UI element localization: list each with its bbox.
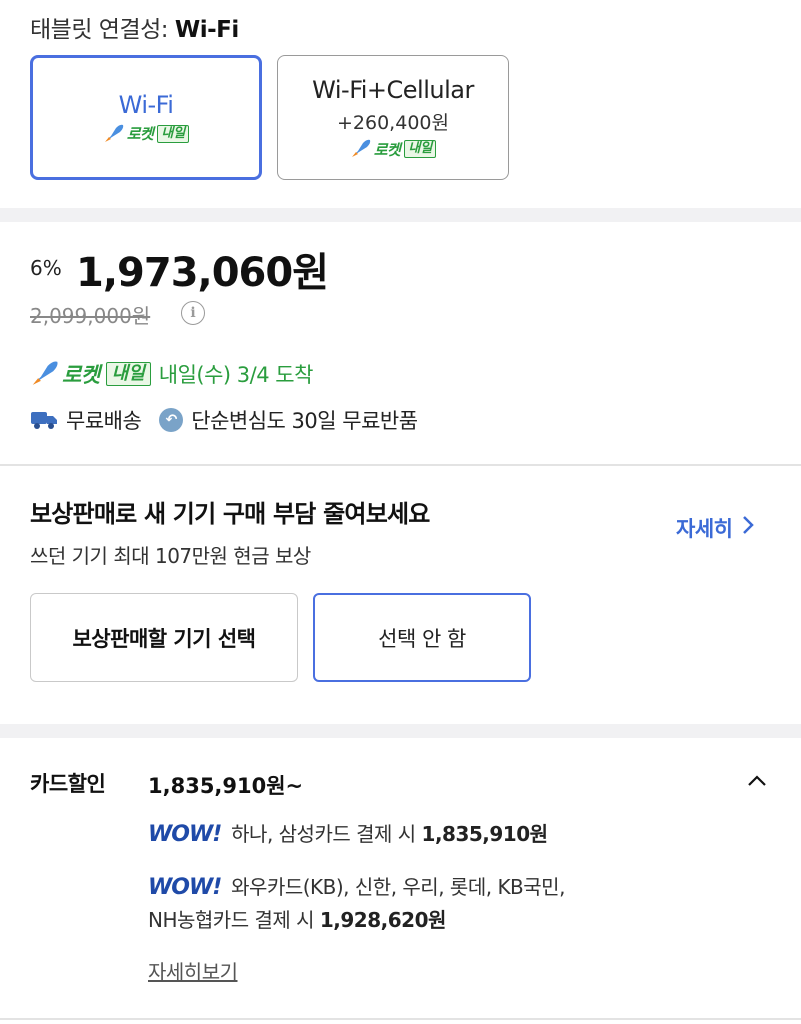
return-icon: ↶ [159, 408, 184, 432]
section-divider [0, 464, 801, 466]
section-divider [0, 208, 801, 222]
card-offer-1-text: 하나, 삼성카드 결제 시 [231, 822, 422, 846]
card-offer-2: WOW! 와우카드(KB), 신한, 우리, 롯데, KB국민, NH농협카드 … [148, 871, 565, 936]
trade-in-subtitle: 쓰던 기기 최대 107만원 현금 보상 [30, 544, 311, 568]
arrival-date: 내일(수) 3/4 도착 [158, 363, 314, 387]
trade-in-more-label: 자세히 [676, 517, 733, 541]
chevron-right-icon [742, 515, 755, 541]
option-wifi-cellular-price: +260,400원 [337, 111, 449, 134]
naeil-badge: 내일 [157, 124, 190, 143]
no-trade-in-button[interactable]: 선택 안 함 [313, 593, 531, 682]
card-discount-label: 카드할인 [30, 772, 106, 796]
option-wifi-cellular-name: Wi-Fi+Cellular [312, 75, 474, 104]
option-wifi-name: Wi-Fi [118, 91, 174, 119]
trade-in-title: 보상판매로 새 기기 구매 부담 줄여보세요 [30, 500, 430, 528]
rocket-icon [350, 139, 372, 159]
option-wifi-rocket: 로켓 내일 [103, 123, 190, 144]
delivery-info: 로켓 내일 내일(수) 3/4 도착 [30, 359, 313, 389]
card-offer-2-text-line2: NH농협카드 결제 시 [148, 908, 320, 932]
select-trade-in-device-button[interactable]: 보상판매할 기기 선택 [30, 593, 298, 682]
naeil-badge: 내일 [105, 362, 151, 386]
wow-logo: WOW! [148, 875, 222, 900]
wow-logo: WOW! [148, 822, 222, 847]
connectivity-label: 태블릿 연결성: Wi-Fi [30, 10, 239, 44]
rocket-label: 로켓 [373, 140, 401, 159]
card-offer-2-amount: 1,928,620원 [319, 908, 447, 932]
connectivity-label-text: 태블릿 연결성: [30, 17, 169, 43]
option-wifi-cellular-rocket: 로켓 내일 [350, 139, 437, 160]
original-price: 2,099,000원 [30, 304, 151, 328]
option-wifi-cellular[interactable]: Wi-Fi+Cellular +260,400원 로켓 내일 [277, 55, 509, 180]
card-offer-1: WOW! 하나, 삼성카드 결제 시 1,835,910원 [148, 818, 548, 851]
card-discount-detail-link[interactable]: 자세히보기 [148, 956, 238, 985]
rocket-icon [30, 360, 60, 388]
card-offer-2-text-line1: 와우카드(KB), 신한, 우리, 롯데, KB국민, [231, 875, 565, 899]
section-divider [0, 724, 801, 738]
rocket-label: 로켓 [126, 125, 154, 143]
truck-icon [30, 409, 58, 431]
section-divider [0, 1018, 801, 1020]
card-offer-1-amount: 1,835,910원 [421, 822, 549, 846]
info-icon[interactable]: i [181, 301, 205, 325]
shipping-info: 무료배송 ↶ 단순변심도 30일 무료반품 [30, 405, 418, 435]
discount-rate: 6% [30, 256, 62, 280]
free-shipping-text: 무료배송 [66, 409, 142, 433]
chevron-up-icon[interactable] [746, 770, 768, 792]
connectivity-selected-value: Wi-Fi [174, 17, 239, 43]
sale-price: 1,973,060원 [76, 250, 329, 296]
rocket-label: 로켓 [62, 363, 100, 387]
naeil-badge: 내일 [404, 140, 437, 158]
card-discount-value: 1,835,910원~ [148, 774, 304, 798]
rocket-icon [103, 124, 125, 144]
trade-in-more-link[interactable]: 자세히 [676, 513, 755, 543]
free-return-text: 단순변심도 30일 무료반품 [191, 409, 418, 433]
option-wifi[interactable]: Wi-Fi 로켓 내일 [30, 55, 262, 180]
